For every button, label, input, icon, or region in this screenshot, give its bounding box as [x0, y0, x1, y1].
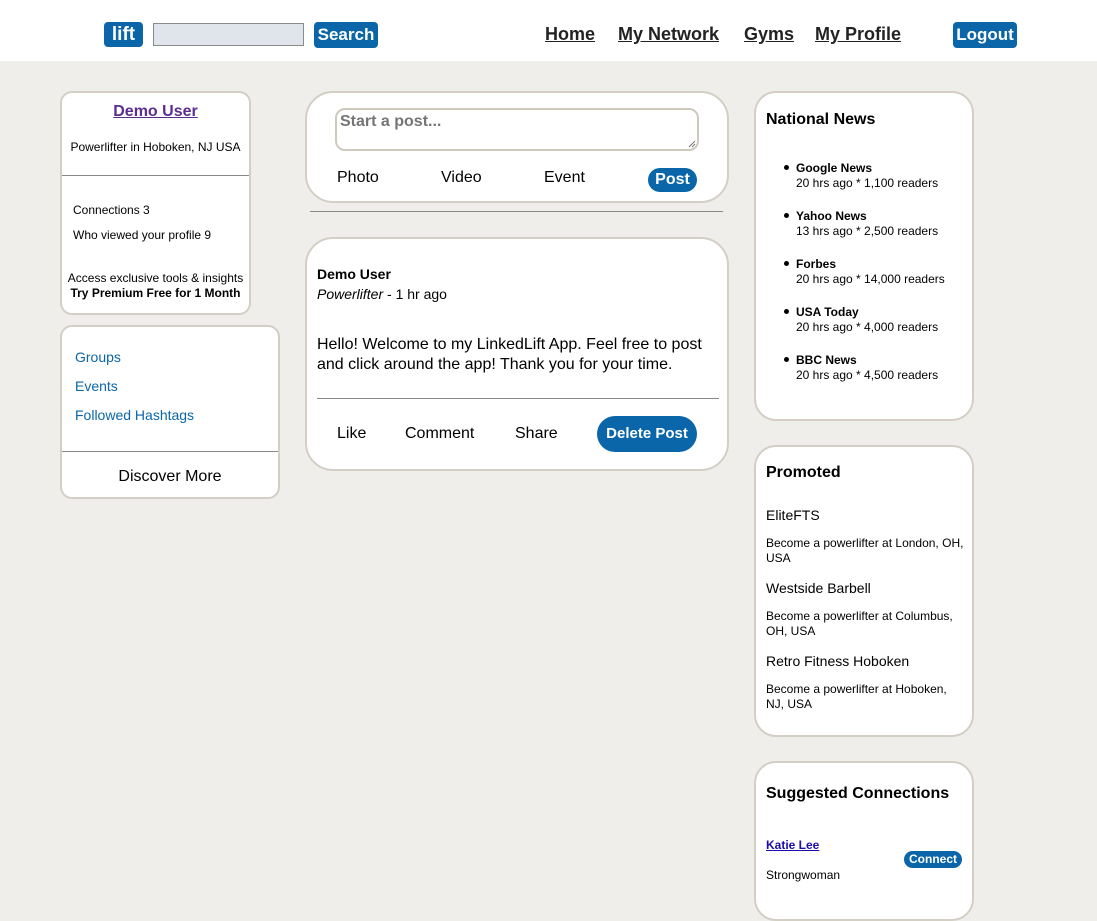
promo-description: Become a powerlifter at Columbus, OH, US… — [766, 609, 953, 638]
post-author[interactable]: Demo User — [317, 266, 391, 282]
post-time: - 1 hr ago — [383, 286, 447, 302]
bullet — [784, 165, 789, 170]
news-item[interactable]: USA Today 20 hrs ago * 4,000 readers — [784, 305, 966, 334]
national-news-card: National News Google News 20 hrs ago * 1… — [754, 91, 974, 421]
resize-grip-icon[interactable] — [688, 140, 696, 148]
suggestions-title: Suggested Connections — [766, 785, 950, 802]
premium-trial-link[interactable]: Try Premium Free for 1 Month — [62, 286, 249, 300]
post-button[interactable]: Post — [648, 168, 697, 192]
profile-location: Powerlifter in Hoboken, NJ USA — [70, 140, 241, 154]
news-source: BBC News — [796, 353, 857, 367]
app-logo[interactable]: lift — [104, 22, 143, 47]
profile-name-link[interactable]: Demo User — [62, 103, 249, 121]
news-item[interactable]: Yahoo News 13 hrs ago * 2,500 readers — [784, 209, 966, 238]
delete-post-button[interactable]: Delete Post — [597, 416, 697, 452]
connections-stat[interactable]: Connections 3 — [73, 203, 150, 217]
nav-my-network-link[interactable]: My Network — [618, 24, 719, 45]
bullet — [784, 261, 789, 266]
news-meta: 20 hrs ago * 4,000 readers — [796, 320, 939, 334]
promoted-card: Promoted EliteFTS Become a powerlifter a… — [754, 445, 974, 737]
search-input[interactable] — [153, 23, 304, 46]
nav-my-profile-link[interactable]: My Profile — [815, 24, 901, 45]
divider — [317, 398, 719, 399]
suggested-user-link[interactable]: Katie Lee — [766, 838, 819, 852]
news-item[interactable]: Forbes 20 hrs ago * 14,000 readers — [784, 257, 966, 286]
feed-post: Demo User Powerlifter - 1 hr ago Hello! … — [305, 237, 729, 471]
logout-button[interactable]: Logout — [953, 22, 1017, 48]
events-link[interactable]: Events — [75, 378, 118, 394]
promoted-title: Promoted — [766, 464, 841, 481]
video-button[interactable]: Video — [441, 169, 482, 187]
premium-tagline: Access exclusive tools & insights — [67, 271, 244, 285]
post-author-role: Powerlifter — [317, 286, 384, 302]
divider — [62, 175, 249, 176]
shortcuts-card: Groups Events Followed Hashtags Discover… — [60, 325, 280, 499]
nav-gyms-link[interactable]: Gyms — [744, 24, 794, 45]
news-source: USA Today — [796, 305, 859, 319]
photo-button[interactable]: Photo — [337, 169, 379, 187]
post-input-wrapper — [335, 108, 699, 151]
post-body: Hello! Welcome to my LinkedLift App. Fee… — [317, 336, 702, 373]
promo-gym-name[interactable]: EliteFTS — [766, 507, 820, 523]
like-button[interactable]: Like — [337, 425, 366, 443]
discover-more-button[interactable]: Discover More — [62, 468, 278, 486]
news-meta: 20 hrs ago * 1,100 readers — [796, 176, 939, 190]
promo-gym-name[interactable]: Westside Barbell — [766, 580, 871, 596]
post-meta: Powerlifter - 1 hr ago — [317, 286, 447, 302]
bullet — [784, 213, 789, 218]
post-textarea[interactable] — [335, 108, 699, 151]
top-navbar: lift Search Home My Network Gyms My Prof… — [0, 0, 1097, 61]
post-composer: Photo Video Event Post — [305, 91, 729, 203]
feed-divider — [310, 211, 723, 212]
comment-button[interactable]: Comment — [405, 425, 474, 443]
news-source: Google News — [796, 161, 873, 175]
followed-hashtags-link[interactable]: Followed Hashtags — [75, 407, 194, 423]
news-source: Forbes — [796, 257, 837, 271]
news-item[interactable]: Google News 20 hrs ago * 1,100 readers — [784, 161, 966, 190]
suggested-user-role: Strongwoman — [766, 868, 841, 882]
news-meta: 20 hrs ago * 14,000 readers — [796, 272, 945, 286]
groups-link[interactable]: Groups — [75, 349, 121, 365]
news-meta: 20 hrs ago * 4,500 readers — [796, 368, 939, 382]
promo-description: Become a powerlifter at Hoboken, NJ, USA — [766, 682, 947, 711]
news-item[interactable]: BBC News 20 hrs ago * 4,500 readers — [784, 353, 966, 382]
divider — [62, 451, 278, 452]
search-button[interactable]: Search — [314, 22, 378, 48]
nav-home-link[interactable]: Home — [545, 24, 595, 45]
connect-button[interactable]: Connect — [904, 851, 962, 868]
suggested-connections-card: Suggested Connections Katie Lee Strongwo… — [754, 761, 974, 921]
share-button[interactable]: Share — [515, 425, 558, 443]
bullet — [784, 357, 789, 362]
promo-gym-name[interactable]: Retro Fitness Hoboken — [766, 653, 909, 669]
news-source: Yahoo News — [796, 209, 867, 223]
bullet — [784, 309, 789, 314]
news-title: National News — [766, 111, 876, 128]
profile-card: Demo User Powerlifter in Hoboken, NJ USA… — [60, 91, 251, 315]
news-meta: 13 hrs ago * 2,500 readers — [796, 224, 939, 238]
event-button[interactable]: Event — [544, 169, 585, 187]
promo-description: Become a powerlifter at London, OH, USA — [766, 536, 964, 565]
profile-viewers-stat[interactable]: Who viewed your profile 9 — [73, 228, 211, 242]
